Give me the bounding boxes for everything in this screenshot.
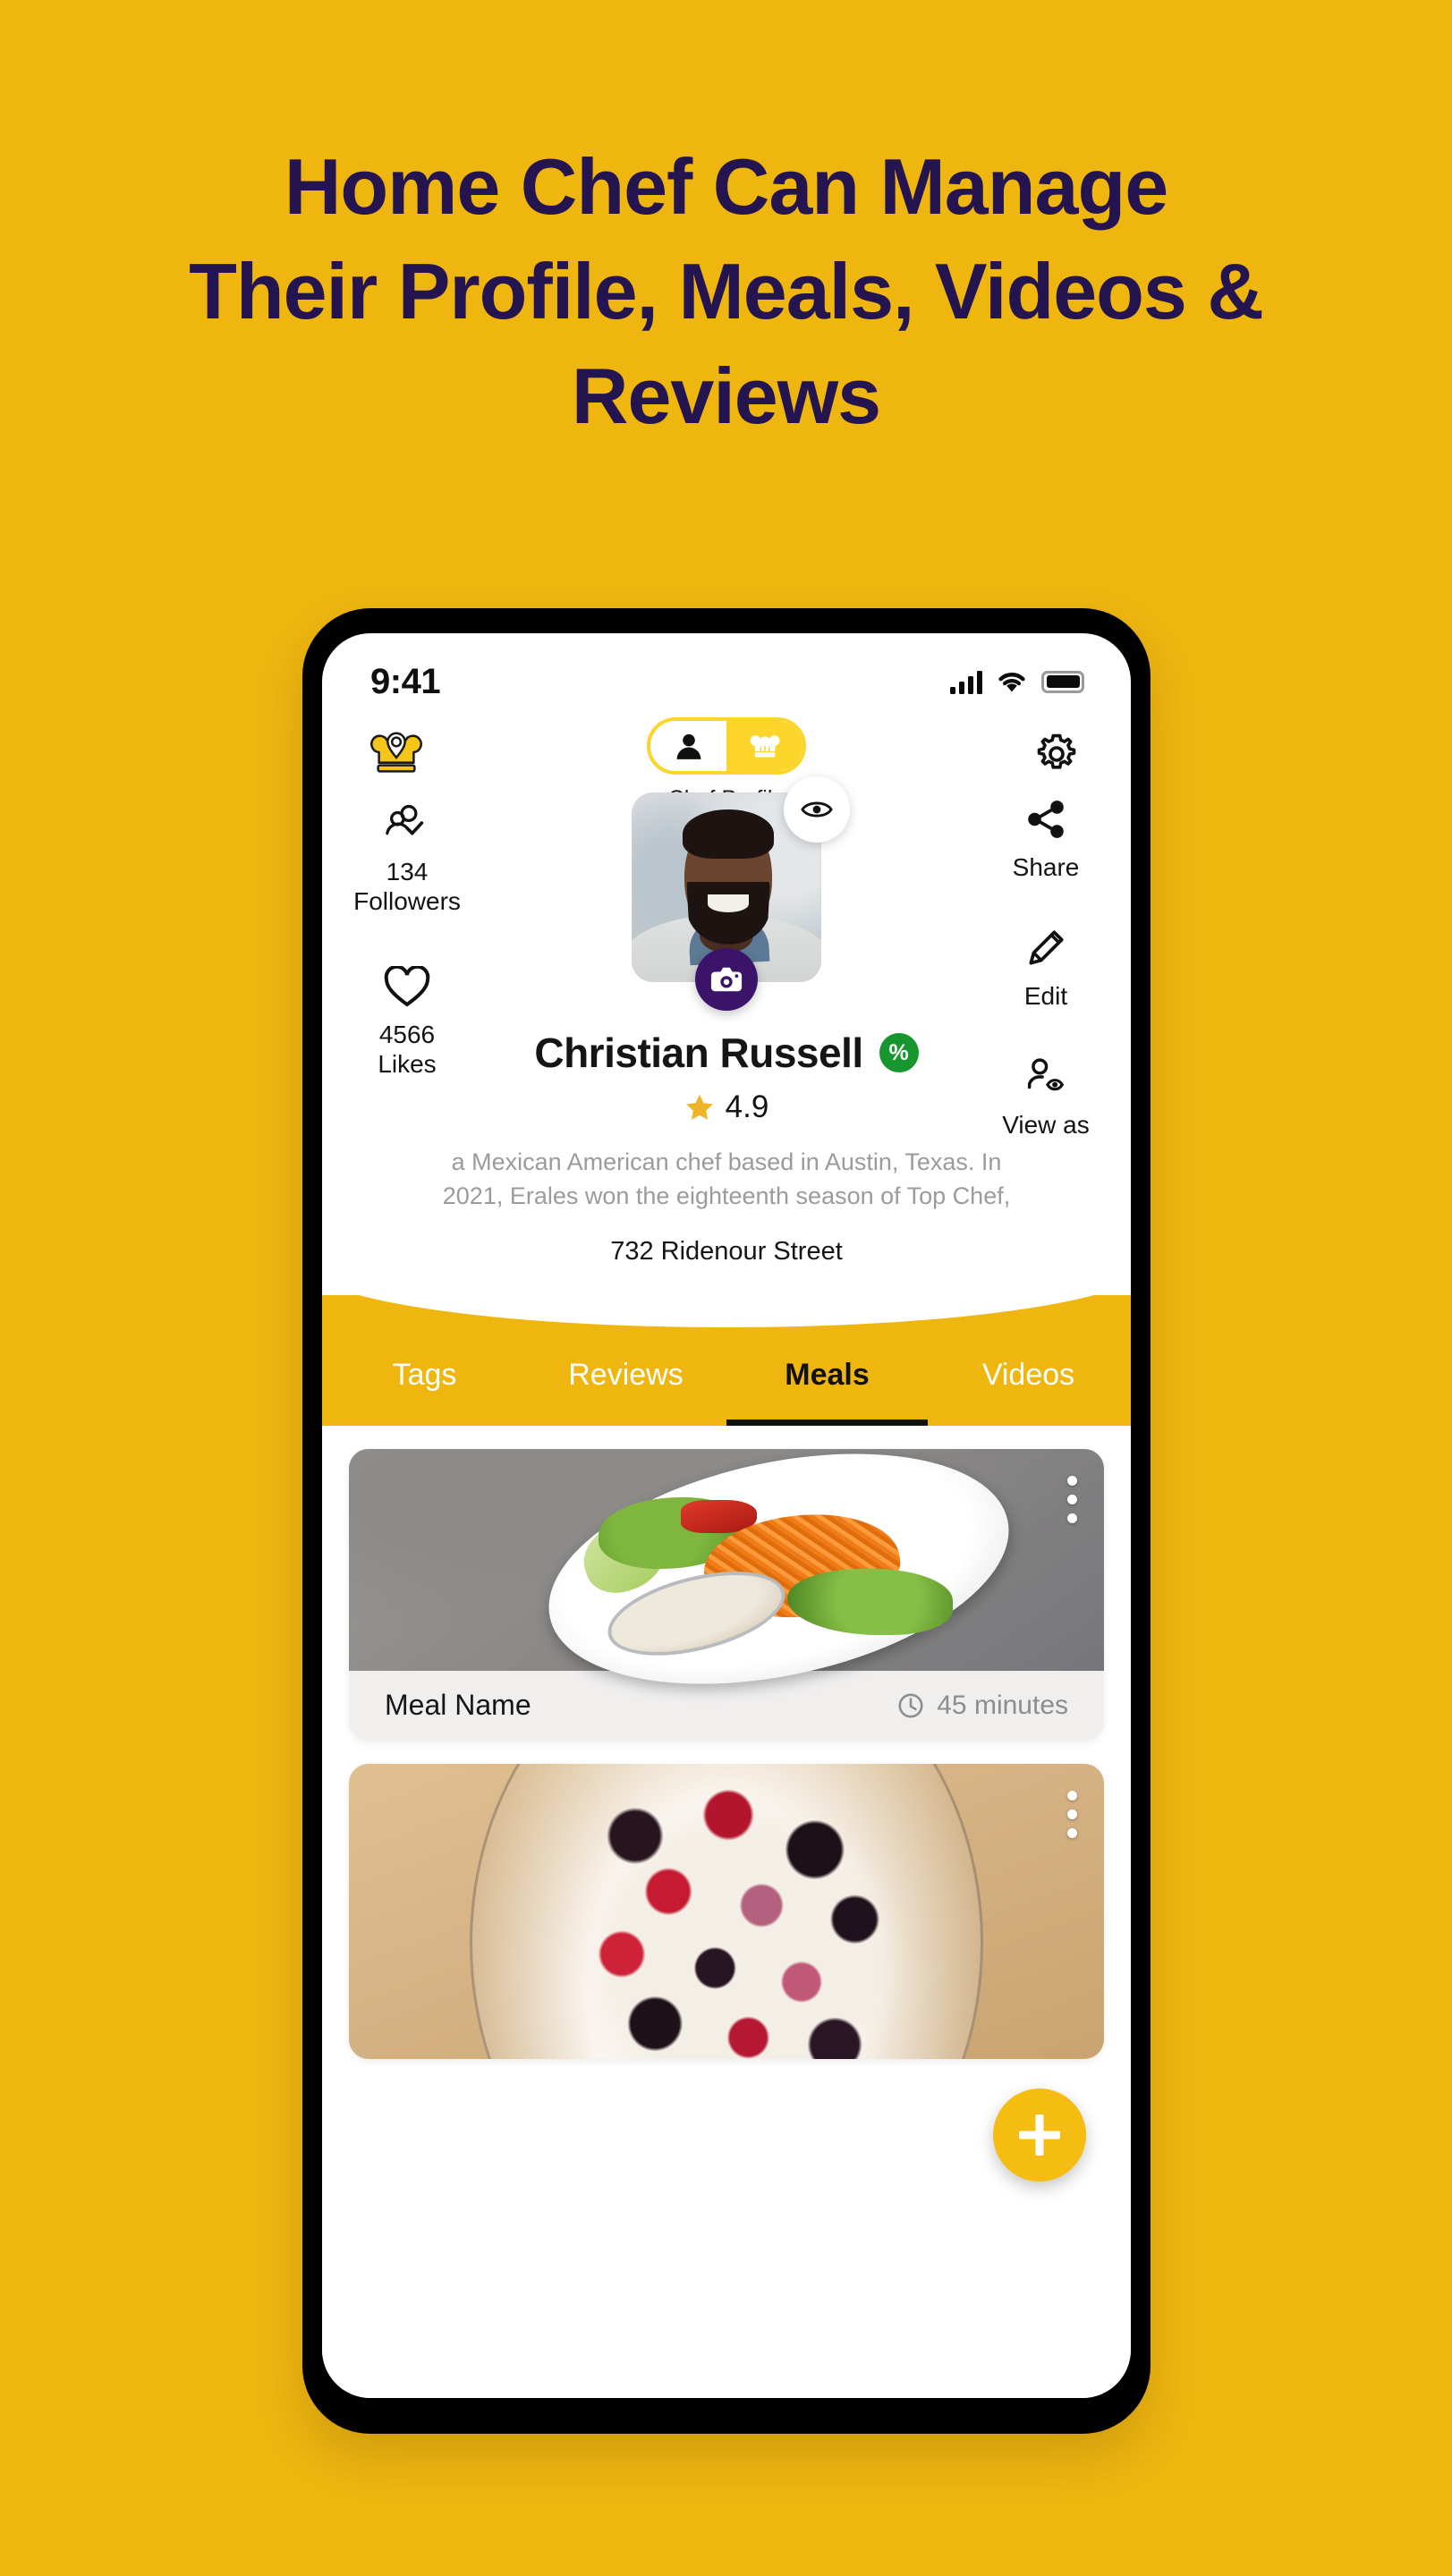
- chef-bio: a Mexican American chef based in Austin,…: [442, 1148, 1011, 1210]
- tab-underline: [525, 1419, 726, 1426]
- discount-badge[interactable]: %: [879, 1033, 919, 1072]
- status-bar-time: 9:41: [370, 661, 441, 701]
- page-title-line-2: Their Profile, Meals, Videos &: [189, 247, 1264, 336]
- tab-videos[interactable]: Videos: [928, 1318, 1129, 1426]
- kebab-menu-icon[interactable]: [1067, 1475, 1077, 1523]
- heart-icon: [384, 957, 430, 1009]
- cellular-bars-icon: [950, 669, 982, 694]
- star-icon: [684, 1092, 715, 1123]
- chef-hat-location-logo-icon[interactable]: [361, 719, 431, 789]
- person-eye-icon: [1022, 1052, 1070, 1102]
- tab-reviews[interactable]: Reviews: [525, 1318, 726, 1426]
- stat-followers[interactable]: 134 Followers: [353, 794, 461, 916]
- chef-name-row: Christian Russell %: [534, 1029, 919, 1077]
- eye-icon: [801, 798, 833, 821]
- wifi-icon: [997, 670, 1027, 693]
- change-photo-button[interactable]: [695, 948, 758, 1011]
- followers-check-icon: [383, 794, 431, 846]
- tab-underline: [324, 1419, 525, 1426]
- rating-value: 4.9: [725, 1089, 769, 1124]
- meal-name: Meal Name: [385, 1689, 531, 1722]
- chef-hat-icon: [748, 729, 782, 763]
- tab-bar: Tags Reviews Meals Videos: [322, 1318, 1131, 1426]
- tab-meals[interactable]: Meals: [726, 1318, 928, 1426]
- meal-image: [349, 1448, 1104, 1722]
- share-button[interactable]: Share: [1012, 794, 1080, 882]
- meals-list[interactable]: Meal Name 45 minutes: [322, 1425, 1131, 2398]
- kebab-menu-icon[interactable]: [1067, 1790, 1077, 1838]
- meal-card[interactable]: Meal Name 45 minutes: [349, 1448, 1104, 1741]
- meal-duration-text: 45 minutes: [937, 1690, 1068, 1720]
- profile-section: 134 Followers 4566 Likes Share Edit View…: [322, 776, 1131, 1283]
- app-header: Chef Profile: [322, 710, 1131, 811]
- person-icon: [674, 731, 704, 761]
- berries-bowl-photo: [349, 1763, 1104, 2059]
- tab-underline: [928, 1419, 1129, 1426]
- stat-likes[interactable]: 4566 Likes: [378, 957, 437, 1079]
- edit-button[interactable]: Edit: [1023, 923, 1068, 1011]
- clock-icon: [897, 1692, 924, 1719]
- tab-reviews-label: Reviews: [568, 1357, 684, 1392]
- followers-count: 134: [386, 858, 429, 886]
- page-title: Home Chef Can Manage Their Profile, Meal…: [0, 134, 1452, 448]
- share-icon: [1023, 794, 1068, 844]
- battery-icon: [1041, 670, 1084, 693]
- profile-stats-column: 134 Followers 4566 Likes: [340, 794, 474, 1079]
- avatar-container: [632, 776, 850, 1011]
- status-bar: 9:41: [322, 633, 1131, 710]
- page-title-line-3: Reviews: [571, 352, 881, 441]
- phone-mockup: 9:41 134 Followers 4566 Likes Share Edit…: [302, 608, 1151, 2434]
- meal-image: [349, 1763, 1104, 2059]
- toggle-option-user[interactable]: [650, 721, 726, 771]
- likes-label: Likes: [378, 1050, 437, 1079]
- preview-avatar-button[interactable]: [784, 776, 850, 843]
- tab-tags-label: Tags: [392, 1357, 457, 1392]
- meal-duration: 45 minutes: [897, 1690, 1068, 1721]
- followers-label: Followers: [353, 887, 461, 916]
- salad-plate-photo: [349, 1448, 1104, 1722]
- page-title-line-1: Home Chef Can Manage: [284, 142, 1168, 231]
- gear-icon[interactable]: [1022, 719, 1091, 789]
- chef-name: Christian Russell: [534, 1030, 863, 1076]
- plus-icon: [1019, 2114, 1060, 2156]
- likes-count: 4566: [378, 1021, 436, 1049]
- rating-row: 4.9: [684, 1089, 769, 1125]
- share-label: Share: [1012, 853, 1080, 881]
- view-as-button[interactable]: View as: [1002, 1052, 1090, 1140]
- meal-card[interactable]: [349, 1763, 1104, 2059]
- view-as-label: View as: [1002, 1111, 1090, 1139]
- edit-label: Edit: [1023, 982, 1068, 1010]
- tab-tags[interactable]: Tags: [324, 1318, 525, 1426]
- camera-icon: [709, 964, 743, 995]
- tab-underline: [726, 1419, 928, 1426]
- pencil-edit-icon: [1023, 923, 1068, 973]
- tabs-section: Tags Reviews Meals Videos: [322, 1264, 1131, 1426]
- phone-screen: 9:41 134 Followers 4566 Likes Share Edit…: [322, 633, 1131, 2398]
- tab-meals-label: Meals: [785, 1357, 870, 1392]
- chef-address: 732 Ridenour Street: [610, 1236, 843, 1266]
- status-bar-icons: [950, 669, 1084, 694]
- profile-role-toggle[interactable]: [647, 717, 806, 775]
- tab-videos-label: Videos: [981, 1357, 1075, 1392]
- add-meal-button[interactable]: [993, 2089, 1086, 2182]
- profile-actions-column: Share Edit View as: [979, 794, 1113, 1140]
- toggle-option-chef[interactable]: [726, 721, 802, 771]
